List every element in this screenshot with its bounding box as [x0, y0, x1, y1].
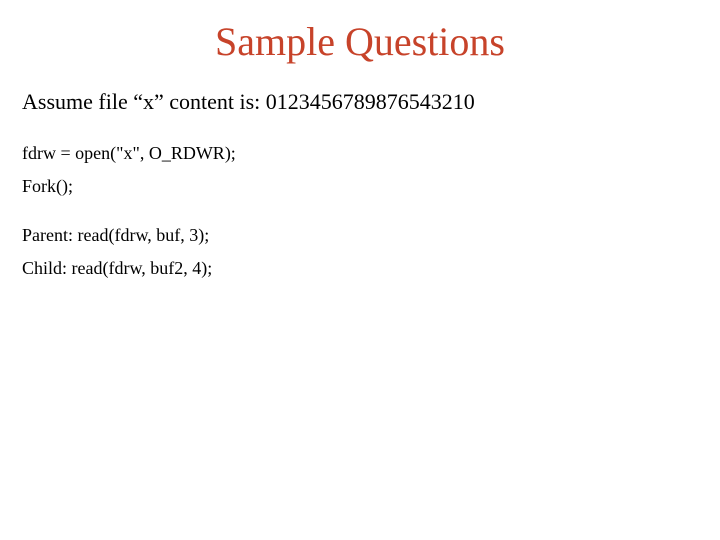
assume-text: Assume file “x” content is: 012345678987…: [22, 89, 698, 115]
code-child-read: Child: read(fdrw, buf2, 4);: [22, 258, 698, 279]
slide-title: Sample Questions: [0, 0, 720, 89]
code-fork: Fork();: [22, 176, 698, 197]
slide-content: Assume file “x” content is: 012345678987…: [0, 89, 720, 279]
code-open: fdrw = open("x", O_RDWR);: [22, 143, 698, 164]
code-parent-read: Parent: read(fdrw, buf, 3);: [22, 225, 698, 246]
